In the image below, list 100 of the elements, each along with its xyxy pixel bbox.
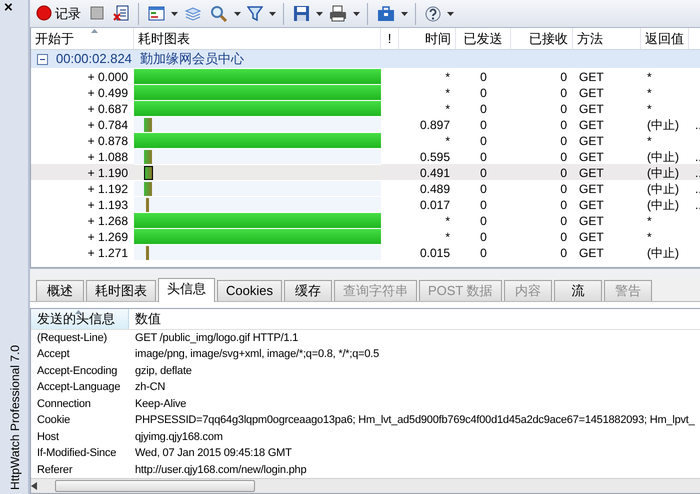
result: *	[646, 229, 653, 246]
header-value: GET /public_img/logo.gif HTTP/1.1	[135, 330, 300, 346]
timing-bar	[146, 246, 149, 260]
request-row[interactable]: + 0.499 * 0 0 GET *	[31, 84, 700, 100]
caret-icon[interactable]	[234, 12, 241, 16]
start-time: + 0.687	[86, 101, 129, 118]
header-value: Keep-Alive	[135, 396, 188, 412]
window-icon	[148, 5, 165, 22]
timing-bar	[146, 198, 149, 212]
collapse-icon[interactable]	[37, 54, 48, 64]
timing-bar	[144, 166, 153, 180]
duration: *	[444, 69, 451, 86]
start-time: + 0.499	[86, 85, 129, 102]
request-row[interactable]: + 0.687 * 0 0 GET *	[31, 100, 700, 116]
start-time: + 0.000	[86, 69, 129, 86]
column-header[interactable]: 返回值	[641, 28, 689, 49]
help-icon	[425, 5, 441, 22]
method: GET	[578, 181, 605, 198]
received-bytes: 0	[559, 229, 568, 246]
received-bytes: 0	[559, 245, 568, 262]
column-header[interactable]: 开始于	[31, 28, 134, 49]
panel-title: HttpWatch Professional 7.0	[7, 345, 23, 490]
request-row[interactable]: + 0.000 * 0 0 GET *	[31, 68, 700, 84]
request-row[interactable]: + 1.269 * 0 0 GET *	[31, 228, 700, 244]
method: GET	[578, 69, 605, 86]
duration: 0.017	[418, 197, 451, 214]
caret-icon[interactable]	[171, 12, 178, 16]
received-bytes: 0	[559, 213, 568, 230]
duration: *	[444, 101, 451, 118]
duration: 0.897	[418, 117, 451, 134]
start-time: + 1.193	[86, 197, 129, 214]
tab[interactable]: 缓存	[284, 280, 332, 301]
caret-icon[interactable]	[447, 12, 454, 16]
request-row[interactable]: + 1.268 * 0 0 GET *	[31, 212, 700, 228]
column-header[interactable]: 已发送	[456, 28, 511, 49]
method: GET	[578, 133, 605, 150]
tab[interactable]: 耗时图表	[86, 280, 156, 301]
result: (中止)	[646, 197, 680, 214]
close-button[interactable]: ×	[0, 0, 17, 15]
header-name: Referer	[37, 462, 74, 478]
sent-bytes: 0	[479, 229, 488, 246]
caret-icon[interactable]	[316, 12, 323, 16]
sent-bytes: 0	[479, 69, 488, 86]
result: (中止)	[646, 149, 680, 166]
column-header[interactable]: 数值	[129, 309, 700, 329]
column-header[interactable]: 已接收	[511, 28, 573, 49]
request-row[interactable]: + 0.878 * 0 0 GET *	[31, 132, 700, 148]
result: *	[646, 85, 653, 102]
record-button[interactable]: 记录	[34, 2, 83, 26]
start-time: + 1.269	[86, 229, 129, 246]
column-header[interactable]: 方法	[573, 28, 641, 49]
start-time: + 1.271	[86, 245, 129, 262]
duration: *	[444, 85, 451, 102]
scroll-thumb[interactable]	[55, 480, 255, 492]
tab[interactable]: 流	[554, 280, 602, 301]
tab[interactable]: 概述	[36, 280, 84, 301]
caret-icon[interactable]	[269, 12, 276, 16]
column-header[interactable]: 耗时图表	[134, 28, 381, 49]
save-icon	[293, 5, 310, 22]
start-time: + 0.878	[86, 133, 129, 150]
received-bytes: 0	[559, 85, 568, 102]
header-name: (Request-Line)	[37, 330, 108, 346]
header-value: qjyimg.qjy168.com	[135, 430, 224, 445]
stop-icon	[89, 5, 105, 22]
duration: *	[444, 229, 451, 246]
method: GET	[578, 117, 605, 134]
header-value: zh-CN	[135, 380, 166, 396]
caret-icon[interactable]	[401, 12, 408, 16]
header-value: gzip, deflate	[135, 364, 193, 379]
column-header[interactable]: 时间	[399, 28, 456, 49]
start-time: + 1.190	[86, 165, 129, 182]
header-name: Accept	[37, 347, 71, 362]
sent-bytes: 0	[479, 101, 488, 118]
header-name: Host	[37, 430, 60, 445]
method: GET	[578, 197, 605, 214]
tab[interactable]: 头信息	[158, 278, 215, 302]
header-value: PHPSESSID=7qq64g3lqpm0ogrceaago13pa6; Hm_lvt_ad5d900fb769c4f00d1d45a2dc9ace67=1451882093; Hm_lpvt_	[135, 413, 696, 428]
sent-bytes: 0	[479, 165, 488, 182]
header-name: Accept-Language	[37, 380, 122, 396]
filter-icon	[247, 5, 263, 22]
method: GET	[578, 213, 605, 230]
tab[interactable]: Cookies	[217, 280, 282, 301]
start-time: + 1.192	[86, 181, 129, 198]
duration: *	[444, 133, 451, 150]
start-time: + 1.268	[86, 213, 129, 230]
start-time: + 0.784	[86, 117, 129, 134]
sent-bytes: 0	[479, 117, 488, 134]
sort-arrow-icon	[91, 29, 98, 33]
sent-bytes: 0	[479, 197, 488, 214]
timing-bar	[144, 118, 152, 132]
column-header[interactable]: !	[381, 28, 399, 49]
duration: 0.489	[418, 181, 451, 198]
timing-bar	[144, 150, 152, 164]
method: GET	[578, 149, 605, 166]
sent-bytes: 0	[479, 181, 488, 198]
horizontal-scrollbar[interactable]	[31, 478, 700, 493]
caret-icon[interactable]	[353, 12, 360, 16]
sent-bytes: 0	[479, 149, 488, 166]
request-row[interactable]: + 1.271 0.015 0 0 GET (中止)	[31, 244, 700, 260]
result: (中止)	[646, 165, 680, 182]
